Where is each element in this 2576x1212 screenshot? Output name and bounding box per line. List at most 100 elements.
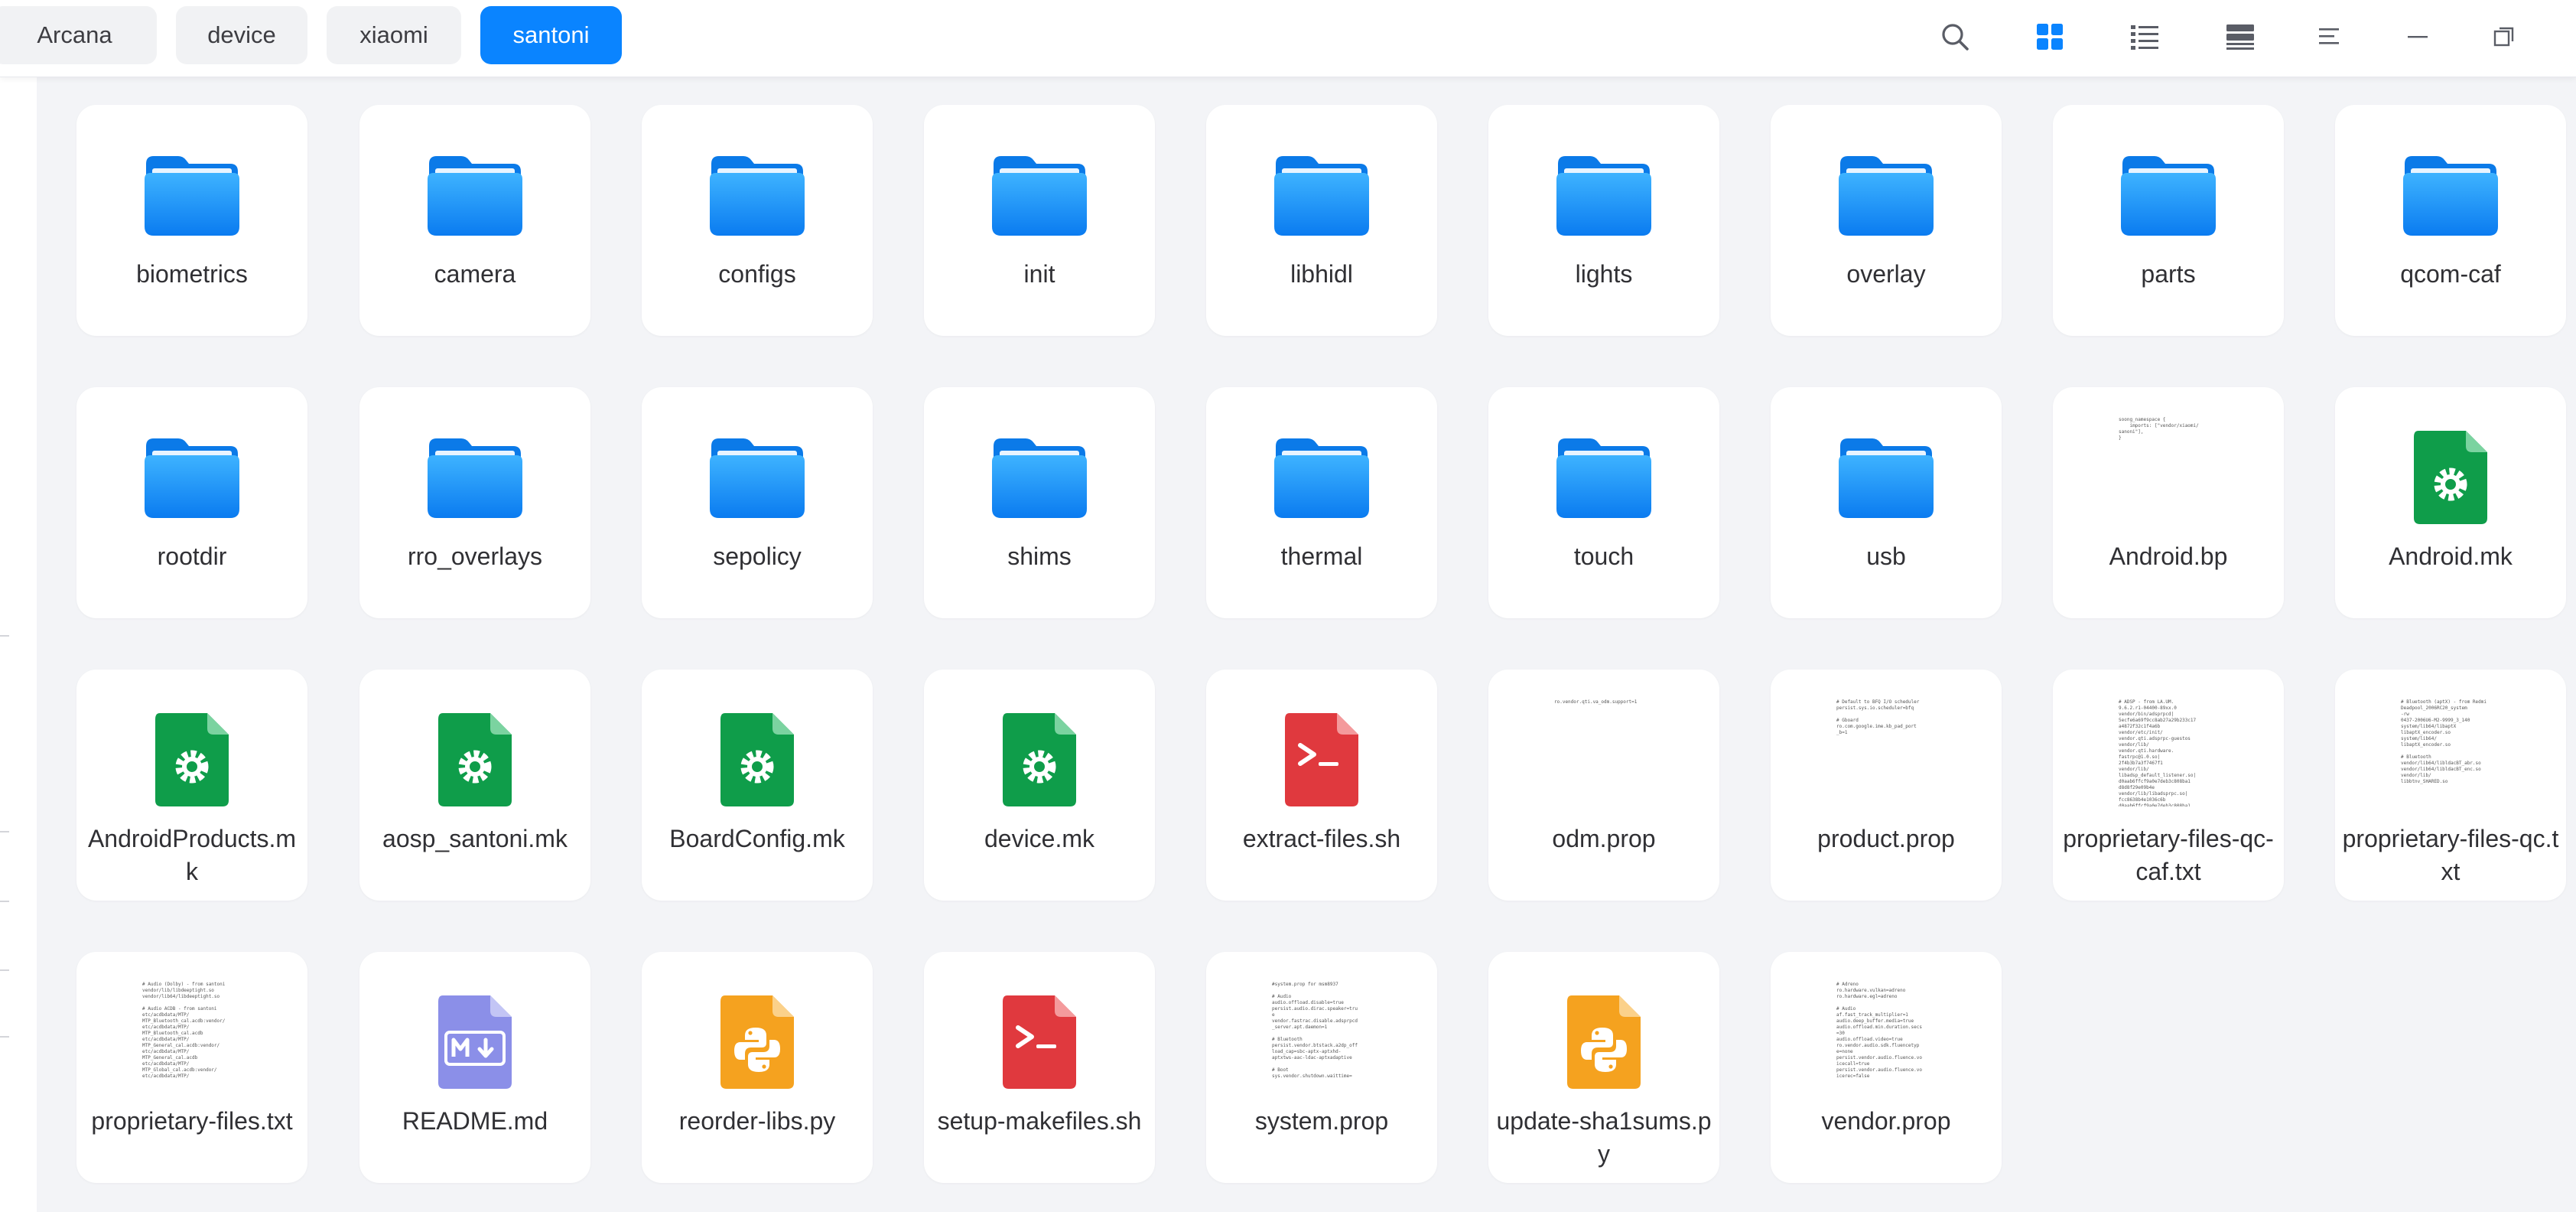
item-name: README.md	[402, 1107, 548, 1135]
folder-item-touch[interactable]: touch	[1488, 387, 1719, 618]
folder-item-rro-overlays[interactable]: rro_overlays	[359, 387, 590, 618]
folder-item-parts[interactable]: parts	[2053, 105, 2284, 336]
list-view-icon[interactable]	[2125, 17, 2165, 57]
makefile-icon	[642, 708, 873, 810]
text-preview-thumbnail: soong_namespace { imports: ["vendor/xiao…	[2053, 417, 2284, 522]
file-item-device-mk[interactable]: device.mk	[924, 670, 1155, 901]
folder-icon	[1771, 425, 2002, 528]
markdown-file-icon	[359, 990, 590, 1093]
folder-item-biometrics[interactable]: biometrics	[76, 105, 307, 336]
item-name: proprietary-files.txt	[91, 1107, 293, 1135]
file-item-android-mk[interactable]: Android.mk	[2335, 387, 2566, 618]
folder-item-sepolicy[interactable]: sepolicy	[642, 387, 873, 618]
sidebar-marker	[0, 635, 9, 637]
folder-item-qcom-caf[interactable]: qcom-caf	[2335, 105, 2566, 336]
tree-view-icon[interactable]	[2220, 17, 2260, 57]
folder-icon	[2053, 143, 2284, 246]
text-preview-thumbnail: # Default to BFQ I/O scheduler persist.s…	[1771, 699, 2002, 804]
text-preview-thumbnail: ro.vendor.qti.va_odm.support=1	[1488, 699, 1719, 804]
folder-icon	[924, 143, 1155, 246]
file-item-extract-files-sh[interactable]: extract-files.sh	[1206, 670, 1437, 901]
folder-icon	[1488, 143, 1719, 246]
item-name: qcom-caf	[2400, 260, 2501, 288]
shell-script-icon	[1206, 708, 1437, 810]
item-name: system.prop	[1254, 1107, 1389, 1135]
item-name: libhidl	[1290, 260, 1353, 288]
folder-item-thermal[interactable]: thermal	[1206, 387, 1437, 618]
folder-item-shims[interactable]: shims	[924, 387, 1155, 618]
item-name: update-sha1sums.py	[1496, 1107, 1712, 1168]
item-name: reorder-libs.py	[678, 1107, 836, 1135]
item-name: proprietary-files-qc.txt	[2342, 825, 2559, 885]
search-icon[interactable]	[1935, 17, 1975, 57]
file-item-proprietary-files-qc-caf-txt[interactable]: # ADSP - from LA.UM. 9.6.2.r1-04400-89xx…	[2053, 670, 2284, 901]
file-preview-text: # Audio (Dolby) - from santoni vendor/li…	[142, 982, 226, 1079]
file-preview-text: #system.prop for msm8937 # Audio audio.o…	[1272, 982, 1358, 1079]
folder-item-configs[interactable]: configs	[642, 105, 873, 336]
text-preview-thumbnail: # Audio (Dolby) - from santoni vendor/li…	[76, 982, 307, 1087]
folder-item-lights[interactable]: lights	[1488, 105, 1719, 336]
item-name: Android.bp	[2109, 542, 2228, 570]
file-item-system-prop[interactable]: #system.prop for msm8937 # Audio audio.o…	[1206, 952, 1437, 1183]
file-item-androidproducts-mk[interactable]: AndroidProducts.mk	[76, 670, 307, 901]
item-name: thermal	[1280, 542, 1363, 570]
item-name: BoardConfig.mk	[669, 825, 845, 852]
text-preview-thumbnail: # Bluetooth (aptX) - from Redmi Deadpool…	[2335, 699, 2566, 804]
folder-item-camera[interactable]: camera	[359, 105, 590, 336]
folder-icon	[924, 425, 1155, 528]
item-name: odm.prop	[1552, 825, 1656, 852]
folder-item-usb[interactable]: usb	[1771, 387, 2002, 618]
file-item-reorder-libs-py[interactable]: reorder-libs.py	[642, 952, 873, 1183]
icon-view-icon[interactable]	[2030, 17, 2070, 57]
breadcrumb-santoni[interactable]: santoni	[480, 6, 622, 64]
file-item-proprietary-files-qc-txt[interactable]: # Bluetooth (aptX) - from Redmi Deadpool…	[2335, 670, 2566, 901]
folder-item-rootdir[interactable]: rootdir	[76, 387, 307, 618]
folder-icon	[76, 143, 307, 246]
text-preview-thumbnail: # ADSP - from LA.UM. 9.6.2.r1-04400-89xx…	[2053, 699, 2284, 806]
breadcrumb-device[interactable]: device	[176, 6, 307, 64]
item-name: touch	[1573, 542, 1634, 570]
item-name: vendor.prop	[1821, 1107, 1951, 1135]
file-item-proprietary-files-txt[interactable]: # Audio (Dolby) - from santoni vendor/li…	[76, 952, 307, 1183]
file-item-aosp-santoni-mk[interactable]: aosp_santoni.mk	[359, 670, 590, 901]
minimize-icon[interactable]	[2398, 17, 2438, 57]
item-name: rootdir	[157, 542, 227, 570]
menu-icon[interactable]	[2310, 17, 2350, 57]
item-name: parts	[2141, 260, 2196, 288]
file-preview-text: soong_namespace { imports: ["vendor/xiao…	[2119, 417, 2199, 441]
item-name: setup-makefiles.sh	[937, 1107, 1142, 1135]
file-item-readme-md[interactable]: README.md	[359, 952, 590, 1183]
sidebar-marker	[0, 1036, 9, 1038]
item-name: configs	[718, 260, 796, 288]
folder-item-overlay[interactable]: overlay	[1771, 105, 2002, 336]
text-preview-thumbnail: # Adreno ro.hardware.vulkan=adreno ro.ha…	[1771, 982, 2002, 1087]
file-preview-text: # Default to BFQ I/O scheduler persist.s…	[1836, 699, 1920, 735]
file-item-product-prop[interactable]: # Default to BFQ I/O scheduler persist.s…	[1771, 670, 2002, 901]
folder-item-libhidl[interactable]: libhidl	[1206, 105, 1437, 336]
folder-icon	[1206, 425, 1437, 528]
item-name: product.prop	[1817, 825, 1955, 852]
breadcrumb-arcana[interactable]: Arcana	[0, 6, 157, 64]
file-item-setup-makefiles-sh[interactable]: setup-makefiles.sh	[924, 952, 1155, 1183]
sidebar-marker	[0, 831, 9, 832]
file-item-vendor-prop[interactable]: # Adreno ro.hardware.vulkan=adreno ro.ha…	[1771, 952, 2002, 1183]
item-name: aosp_santoni.mk	[382, 825, 568, 852]
item-name: device.mk	[984, 825, 1095, 852]
file-item-android-bp[interactable]: soong_namespace { imports: ["vendor/xiao…	[2053, 387, 2284, 618]
item-name: sepolicy	[713, 542, 802, 570]
item-name: rro_overlays	[407, 542, 543, 570]
shell-script-icon	[924, 990, 1155, 1093]
file-item-boardconfig-mk[interactable]: BoardConfig.mk	[642, 670, 873, 901]
breadcrumb-xiaomi[interactable]: xiaomi	[327, 6, 461, 64]
restore-icon[interactable]	[2484, 17, 2524, 57]
file-item-update-sha1sums-py[interactable]: update-sha1sums.py	[1488, 952, 1719, 1183]
file-preview-text: # Bluetooth (aptX) - from Redmi Deadpool…	[2401, 699, 2487, 784]
folder-item-init[interactable]: init	[924, 105, 1155, 336]
makefile-icon	[924, 708, 1155, 810]
folder-icon	[1488, 425, 1719, 528]
item-name: AndroidProducts.mk	[87, 825, 297, 885]
file-preview-text: # Adreno ro.hardware.vulkan=adreno ro.ha…	[1836, 982, 1922, 1079]
item-name: lights	[1575, 260, 1633, 288]
item-name: camera	[434, 260, 516, 288]
file-item-odm-prop[interactable]: ro.vendor.qti.va_odm.support=1 odm.prop	[1488, 670, 1719, 901]
